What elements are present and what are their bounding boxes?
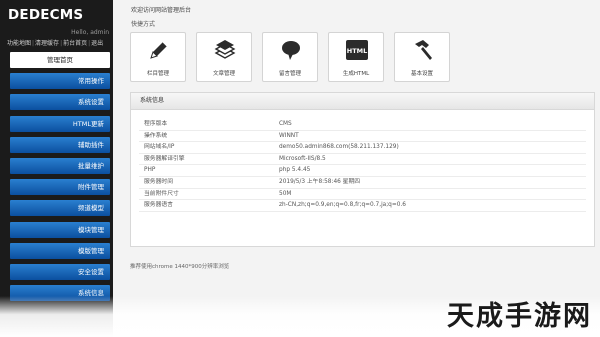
info-value: zh-CN,zh;q=0.9,en;q=0.8,fr;q=0.7,ja;q=0.… [279, 202, 406, 209]
info-row: 服务器解译引擎 Microsoft-IIS/8.5 [139, 154, 586, 166]
admin-screen: DEDECMS Hello, admin 功能地图|清理缓存|前台首页|退出 管… [0, 0, 600, 337]
quick-action-basic-settings[interactable]: 基本设置 [394, 32, 450, 82]
info-key: 服务器解译引擎 [144, 155, 185, 162]
quick-action-articles[interactable]: 文章管理 [196, 32, 252, 82]
sidebar-item-attachments[interactable]: 附件管理 [10, 179, 110, 196]
info-value: WINNT [279, 132, 299, 139]
info-row: 服务器时间 2019/5/3 上午8:58:46 星期四 [139, 177, 586, 189]
info-row: 当前附件尺寸 50M [139, 189, 586, 201]
info-row: 操作系统 WINNT [139, 131, 586, 143]
top-links: 功能地图|清理缓存|前台首页|退出 [7, 38, 111, 47]
sidebar: DEDECMS Hello, admin 功能地图|清理缓存|前台首页|退出 管… [0, 0, 113, 337]
info-row: PHP php 5.4.45 [139, 165, 586, 177]
sidebar-item-modules[interactable]: 模块管理 [10, 221, 110, 238]
sidebar-item-channel-models[interactable]: 频道模型 [10, 200, 110, 217]
sidebar-nav: 管理首页 常用操作 系统设置 HTML更新 辅助插件 批量维护 附件管理 频道模… [10, 52, 110, 306]
quick-actions-title: 快捷方式 [131, 21, 156, 28]
info-value: php 5.4.45 [279, 167, 311, 174]
info-key: PHP [144, 167, 156, 174]
system-info-table: 程序版本 CMS 操作系统 WINNT 网站域名/IP demo50.admin… [139, 119, 586, 212]
info-key: 网站域名/IP [144, 144, 175, 151]
quick-action-generate-html[interactable]: HTML 生成HTML [328, 32, 384, 82]
html-icon: HTML [346, 40, 368, 60]
info-key: 服务器语言 [144, 202, 173, 209]
speech-bubble-icon [282, 41, 300, 60]
info-value: 2019/5/3 上午8:58:46 星期四 [279, 178, 361, 185]
hammer-icon [415, 40, 432, 60]
link-separator: | [88, 40, 91, 47]
quick-actions: 栏目管理 文章管理 留言管理 HTML 生成HTML 基本设置 [130, 32, 470, 84]
sidebar-item-templates[interactable]: 模版管理 [10, 242, 110, 259]
info-row: 服务器语言 zh-CN,zh;q=0.9,en;q=0.8,fr;q=0.7,j… [139, 200, 586, 212]
link-separator: | [32, 40, 35, 47]
info-key: 当前附件尺寸 [144, 190, 179, 197]
watermark-text: 天成手游网 [447, 301, 592, 332]
sidebar-item-batch[interactable]: 批量维护 [10, 157, 110, 174]
panel-title: 系统信息 [131, 93, 594, 110]
pencil-icon [150, 41, 168, 59]
function-map-link[interactable]: 功能地图 [7, 38, 31, 47]
info-row: 程序版本 CMS [139, 119, 586, 131]
link-separator: | [60, 40, 63, 47]
sidebar-item-home[interactable]: 管理首页 [10, 52, 110, 68]
info-key: 操作系统 [144, 132, 168, 139]
html-icon-text: HTML [347, 47, 367, 55]
quick-action-label: 留言管理 [278, 71, 301, 77]
info-key: 程序版本 [144, 121, 168, 127]
info-key: 服务器时间 [144, 178, 173, 185]
info-value: 50M [279, 190, 292, 197]
info-value: CMS [279, 121, 292, 127]
system-info-panel: 系统信息 程序版本 CMS 操作系统 WINNT 网站域名/IP demo50.… [130, 92, 595, 247]
logout-link[interactable]: 退出 [91, 38, 103, 47]
sidebar-item-system-settings[interactable]: 系统设置 [10, 94, 110, 111]
sidebar-item-plugins[interactable]: 辅助插件 [10, 136, 110, 153]
browser-recommendation: 推荐使用chrome 1440*900分辨率浏览 [130, 264, 230, 270]
user-greeting: Hello, admin [71, 29, 109, 36]
quick-action-label: 基本设置 [410, 71, 433, 77]
info-row: 网站域名/IP demo50.admin868.com(58.211.137.1… [139, 142, 586, 154]
frontpage-link[interactable]: 前台首页 [63, 38, 87, 47]
quick-action-columns[interactable]: 栏目管理 [130, 32, 186, 82]
quick-action-label: 生成HTML [342, 71, 370, 77]
quick-action-label: 栏目管理 [146, 71, 169, 77]
info-value: Microsoft-IIS/8.5 [279, 155, 326, 162]
quick-action-label: 文章管理 [212, 71, 235, 77]
clear-cache-link[interactable]: 清理缓存 [35, 38, 59, 47]
sidebar-item-common-ops[interactable]: 常用操作 [10, 73, 110, 90]
info-value: demo50.admin868.com(58.211.137.129) [279, 144, 399, 151]
document-stack-icon [214, 40, 236, 59]
main-content: 欢迎访问网站管理后台 快捷方式 栏目管理 文章管理 留言管理 HTML 生成HT… [113, 0, 600, 337]
sidebar-item-html-update[interactable]: HTML更新 [10, 115, 110, 132]
sidebar-item-security[interactable]: 安全设置 [10, 263, 110, 280]
quick-action-messages[interactable]: 留言管理 [262, 32, 318, 82]
app-logo: DEDECMS [8, 7, 84, 23]
welcome-text: 欢迎访问网站管理后台 [131, 7, 192, 14]
